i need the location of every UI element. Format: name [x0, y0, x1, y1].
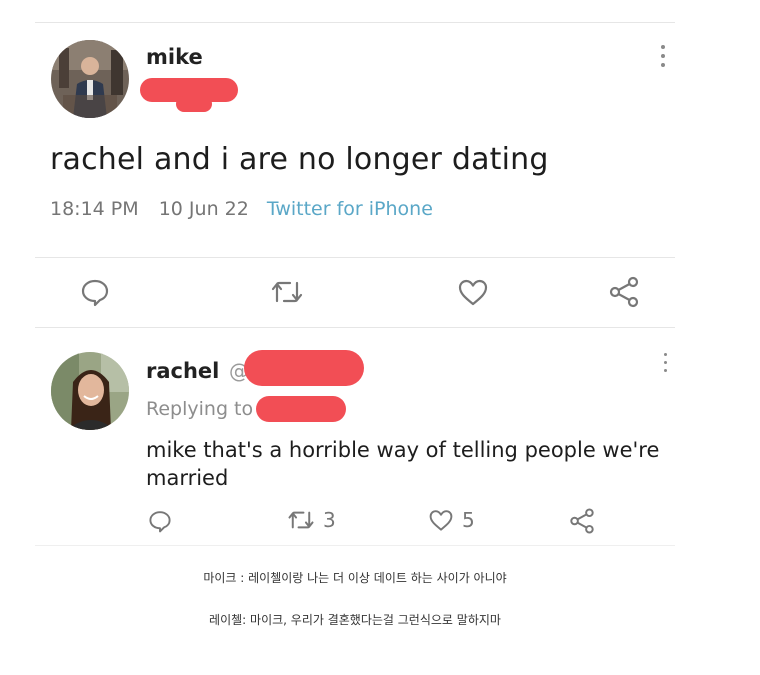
tweet-text: rachel and i are no longer dating [50, 142, 549, 177]
more-options-icon[interactable] [659, 45, 667, 67]
tweet-time: 18:14 PM [50, 198, 139, 220]
bottom-divider [35, 545, 675, 546]
comment-icon [149, 511, 171, 533]
reply-username[interactable]: rachel [146, 359, 219, 383]
reply-more-options-icon[interactable] [661, 353, 669, 372]
tweet-meta: 18:14 PM 10 Jun 22 Twitter for iPhone [50, 198, 433, 220]
reply-text: mike that's a horrible way of telling pe… [146, 438, 660, 490]
mike-avatar[interactable] [51, 40, 129, 118]
rachel-avatar[interactable] [51, 352, 129, 430]
reply-handle-redaction [244, 350, 364, 386]
retweet-button[interactable] [270, 279, 304, 305]
handle-redaction-tail [176, 96, 212, 112]
reply-retweet-button[interactable]: 3 [287, 508, 336, 532]
tweet-date: 10 Jun 22 [158, 198, 249, 220]
tweet-source-link[interactable]: Twitter for iPhone [267, 198, 433, 220]
tweet-username[interactable]: mike [146, 45, 203, 69]
reply-like-count: 5 [462, 508, 475, 532]
reply-retweet-count: 3 [323, 508, 336, 532]
top-divider [35, 22, 675, 23]
heart-icon [458, 279, 488, 306]
caption-line-1: 마이크 : 레이첼이랑 나는 더 이상 데이트 하는 사이가 아니야 [203, 571, 507, 585]
divider-above-actions [35, 257, 675, 258]
caption-line-2: 레이첼: 마이크, 우리가 결혼했다는걸 그런식으로 말하지마 [209, 613, 501, 627]
reply-like-button[interactable]: 5 [428, 508, 475, 532]
retweet-icon [288, 511, 314, 529]
replying-to-redaction [256, 396, 346, 422]
comment-icon [81, 279, 109, 307]
share-icon [609, 276, 639, 308]
like-button[interactable] [457, 277, 489, 307]
reply-share-button[interactable] [568, 507, 596, 535]
divider-below-actions [35, 327, 675, 328]
replying-to-label: Replying to [146, 398, 254, 420]
heart-icon [429, 510, 453, 531]
reply-comment-button[interactable] [148, 509, 172, 533]
retweet-icon [271, 281, 303, 303]
comment-button[interactable] [80, 277, 110, 307]
share-icon [570, 508, 594, 534]
share-button[interactable] [607, 275, 641, 309]
